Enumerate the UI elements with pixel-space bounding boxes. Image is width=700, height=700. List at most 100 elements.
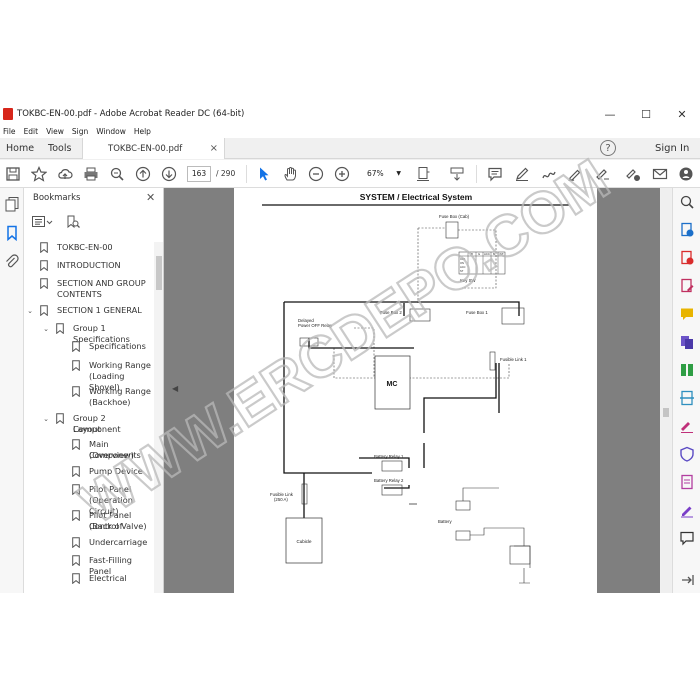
- bookmark-item[interactable]: SECTION AND GROUP CONTENTS: [24, 278, 154, 302]
- bookmark-icon: [40, 242, 48, 254]
- bookmark-label: Pump Device: [89, 465, 143, 476]
- bookmark-item[interactable]: Main Components (Overview): [24, 439, 154, 463]
- right-tools-rail: [672, 188, 700, 593]
- zoom-in-icon[interactable]: [334, 166, 350, 182]
- bookmarks-panel-title: Bookmarks: [33, 193, 81, 203]
- page-fit-icon[interactable]: [415, 166, 431, 182]
- expand-chevron-icon[interactable]: ⌄: [26, 307, 34, 315]
- save-icon[interactable]: [5, 166, 21, 182]
- collapse-left-panel-icon[interactable]: ◀: [172, 384, 178, 393]
- expand-chevron-icon[interactable]: ⌄: [42, 415, 50, 423]
- bookmarks-panel-icon[interactable]: [4, 225, 20, 242]
- previous-page-icon[interactable]: [135, 166, 151, 182]
- comment-tool-icon[interactable]: [679, 306, 695, 322]
- tab-home[interactable]: Home: [6, 138, 34, 159]
- comment-icon[interactable]: [487, 166, 503, 182]
- power-wiring: [283, 301, 520, 533]
- tab-document[interactable]: TOKBC-EN-00.pdf ×: [82, 138, 225, 159]
- protect-shield-icon[interactable]: [679, 446, 695, 462]
- document-scrollbar[interactable]: [661, 188, 671, 593]
- document-scrollbar-thumb[interactable]: [663, 408, 669, 417]
- label-battery: Battery: [438, 519, 452, 524]
- bookmark-item[interactable]: INTRODUCTION: [24, 260, 154, 274]
- key-row-off: OFF: [460, 257, 466, 261]
- highlight-pen-icon[interactable]: [514, 166, 530, 182]
- maximize-button[interactable]: ☐: [628, 103, 664, 125]
- menu-sign[interactable]: Sign: [72, 127, 88, 136]
- bookmark-icon: [72, 555, 80, 567]
- menu-edit[interactable]: Edit: [24, 127, 39, 136]
- acrobat-window: TOKBC-EN-00.pdf - Adobe Acrobat Reader D…: [0, 103, 700, 593]
- star-bookmark-icon[interactable]: [31, 166, 47, 182]
- organize-pages-icon[interactable]: [679, 362, 695, 378]
- bookmarks-scrollbar[interactable]: [154, 242, 163, 593]
- close-window-button[interactable]: ✕: [664, 103, 700, 125]
- bookmark-label: TOKBC-EN-00: [57, 242, 113, 252]
- label-fusible-link-1: Fusible Link 1: [500, 357, 527, 362]
- search-icon[interactable]: [679, 194, 695, 210]
- bookmark-item[interactable]: Electrical: [24, 573, 154, 587]
- help-icon: ?: [605, 142, 611, 154]
- bookmark-item[interactable]: ⌄ Group 1 Specifications: [24, 323, 154, 344]
- menu-file[interactable]: File: [3, 127, 16, 136]
- prepare-form-icon[interactable]: [679, 474, 695, 490]
- bookmark-item[interactable]: Pilot Panel (Operation Circuit): [24, 484, 154, 516]
- close-tab-button[interactable]: ×: [210, 143, 218, 154]
- bookmark-item[interactable]: Pump Device: [24, 466, 154, 480]
- select-cursor-icon[interactable]: [256, 166, 272, 182]
- export-pdf-icon[interactable]: [679, 222, 695, 238]
- print-icon[interactable]: [83, 166, 99, 182]
- email-icon[interactable]: [652, 166, 668, 182]
- bookmark-item[interactable]: Working Range (Backhoe): [24, 386, 154, 410]
- menu-window[interactable]: Window: [96, 127, 126, 136]
- cloud-upload-icon[interactable]: [57, 166, 73, 182]
- bookmark-item[interactable]: Fast-Filling Panel: [24, 555, 154, 576]
- key-col-m: M: [493, 252, 496, 256]
- bookmark-item[interactable]: ⌄ SECTION 1 GENERAL: [24, 305, 154, 319]
- collapse-right-panel-icon[interactable]: [679, 572, 695, 588]
- sign-in-button[interactable]: Sign In: [655, 143, 689, 154]
- document-viewport[interactable]: ◀ SYSTEM / Electrical System Fuse Box (C…: [164, 188, 660, 593]
- charger-symbol: [509, 545, 531, 565]
- page-thumbnails-icon[interactable]: [4, 196, 20, 212]
- bookmark-options-icon[interactable]: [32, 214, 54, 228]
- close-bookmarks-button[interactable]: ✕: [146, 191, 155, 204]
- bookmark-item[interactable]: Specifications: [24, 341, 154, 355]
- edit-pdf-icon[interactable]: [679, 278, 695, 294]
- zoom-out-icon[interactable]: [308, 166, 324, 182]
- key-switch-table-grid: [459, 252, 505, 274]
- expand-chevron-icon[interactable]: ⌄: [42, 325, 50, 333]
- sign-pen-icon[interactable]: [567, 166, 583, 182]
- find-bookmark-icon[interactable]: [66, 214, 80, 229]
- scroll-mode-icon[interactable]: [449, 166, 465, 182]
- bookmark-item[interactable]: TOKBC-EN-00: [24, 242, 154, 256]
- menu-help[interactable]: Help: [134, 127, 151, 136]
- request-signature-icon[interactable]: [679, 502, 695, 518]
- combine-files-icon[interactable]: [679, 334, 695, 350]
- fill-and-sign-icon[interactable]: [679, 418, 695, 434]
- tab-tools[interactable]: Tools: [48, 138, 71, 159]
- page-number-input[interactable]: 163: [187, 166, 211, 182]
- send-for-comments-icon[interactable]: [679, 530, 695, 546]
- fill-sign-icon[interactable]: [595, 166, 611, 182]
- zoom-level-select[interactable]: 67% ▼: [359, 166, 405, 182]
- attachments-paperclip-icon[interactable]: [4, 254, 20, 270]
- create-pdf-icon[interactable]: [679, 250, 695, 266]
- bookmark-item[interactable]: Undercarriage: [24, 537, 154, 551]
- bookmark-item[interactable]: Pilot Panel (Back of Control Valve): [24, 510, 154, 534]
- menu-view[interactable]: View: [46, 127, 64, 136]
- bookmark-item[interactable]: Working Range (Loading Shovel): [24, 360, 154, 392]
- next-page-icon[interactable]: [161, 166, 177, 182]
- share-link-icon[interactable]: [678, 166, 694, 182]
- minimize-button[interactable]: —: [592, 103, 628, 125]
- zoom-search-icon[interactable]: [109, 166, 125, 182]
- draw-freehand-icon[interactable]: [541, 166, 557, 182]
- bookmarks-scrollbar-thumb[interactable]: [156, 256, 162, 290]
- bookmark-label: Undercarriage: [89, 536, 148, 547]
- signature-cloud-icon[interactable]: [625, 166, 641, 182]
- bookmark-label: Electrical: [89, 573, 127, 584]
- help-button[interactable]: ?: [600, 140, 616, 156]
- bookmark-item[interactable]: ⌄ Group 2 Component Layout: [24, 413, 154, 437]
- hand-tool-icon[interactable]: [282, 166, 298, 182]
- scan-ocr-icon[interactable]: [679, 390, 695, 406]
